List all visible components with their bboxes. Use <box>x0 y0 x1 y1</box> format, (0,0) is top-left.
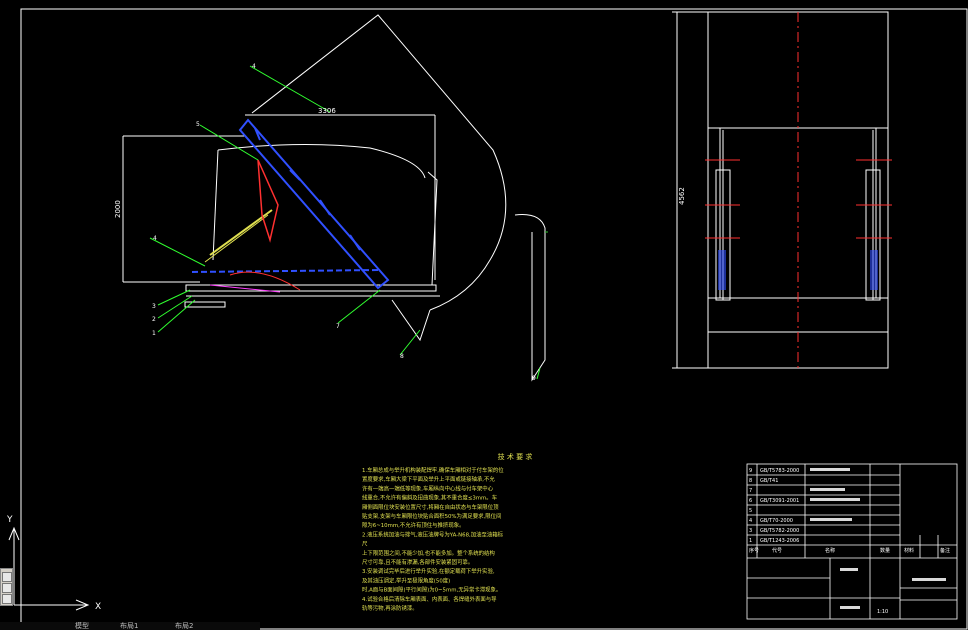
tech-req-title: 技 术 要 求 <box>498 452 533 461</box>
tech-req-line: 轨等污物,再涂防锈漆。 <box>362 604 418 612</box>
title-block-cell-no: 7 <box>749 488 752 494</box>
tech-req-line: 许有一端高一端低等现象,车厢纵向中心线与付车架中心 <box>362 484 494 492</box>
layout-tabs: 模型 布局1 布局2 <box>0 622 260 630</box>
tab-model[interactable]: 模型 <box>75 622 89 630</box>
callout-1: 1 <box>152 330 156 337</box>
title-block-cell-code: GB/T41 <box>760 478 778 484</box>
title-block-cell-code: GB/T70-2000 <box>760 518 793 524</box>
title-block-cell-no: 6 <box>749 498 752 504</box>
tab-layout2[interactable]: 布局2 <box>175 622 193 630</box>
title-block-cell-no: 4 <box>749 518 752 524</box>
toolbar-button[interactable] <box>2 583 12 593</box>
toolbar-button[interactable] <box>2 594 12 604</box>
ucs-y-label: Y <box>6 515 13 525</box>
tech-req-line: 贴支架,支架与车厢限位块贴合面积50%为满足要求,限位间 <box>362 512 501 520</box>
header-note: 备注 <box>940 547 950 554</box>
title-block-rows: 9 GB/T5783-2000 8 GB/T41 7 6 GB/T3091-2001 5 4 GB… <box>749 468 799 544</box>
title-block-cell-no: 3 <box>749 528 752 534</box>
tech-req-line: 线重合,不允许有偏斜及扭曲现象,其不重合度≤3mm。车 <box>362 494 498 502</box>
title-block-cell-no: 1 <box>749 538 752 544</box>
tab-layout1[interactable]: 布局1 <box>120 622 138 630</box>
tech-req-line: 上下限范围之间,不能少加,也不能多加。整个系统的结构 <box>362 549 495 557</box>
drawing-canvas[interactable]: 4 5 4 3 2 1 7 8 9 3306 2000 4562 技 术 要 求… <box>0 0 968 630</box>
part-leaders <box>149 65 541 380</box>
header-code: 代号 <box>772 547 782 554</box>
header-qty: 数量 <box>880 547 890 554</box>
tech-req-line: 时,A面与B面间隙(平行间隙)为0~5mm,无异常卡滞现象。 <box>362 586 501 594</box>
callout-4a: 4 <box>252 63 256 70</box>
floating-toolbar[interactable] <box>0 568 13 606</box>
tech-req-line: 1.车厢总成与举升机构装配焊牢,确保车厢相对于付车架的位 <box>362 466 504 474</box>
callout-9: 9 <box>532 375 536 382</box>
tech-req-line: 及其油压调定,举升至极限角度(50度) <box>362 576 450 584</box>
callout-8: 8 <box>400 353 404 360</box>
dimension-overall-height: 4562 <box>678 187 686 205</box>
callout-2: 2 <box>152 316 156 323</box>
header-name: 名称 <box>825 547 835 554</box>
title-block-cell-code: GB/T5782-2000 <box>760 528 799 534</box>
ucs-x-label: X <box>95 602 101 612</box>
tech-req-line: 隙为6~10mm,不允许有顶住与推挤现象。 <box>362 521 465 529</box>
tech-req-line: 3.安装调试完毕后进行举升实验,在额定载荷下举升实验, <box>362 567 495 575</box>
title-block-cell-no: 5 <box>749 508 752 514</box>
sheet-scale: 1:10 <box>877 609 888 615</box>
dimension-width: 3306 <box>318 107 336 115</box>
title-block-cell-code: GB/T5783-2000 <box>760 468 799 474</box>
title-block-cell-no: 8 <box>749 478 752 484</box>
title-block-cell-code: GB/T3091-2001 <box>760 498 799 504</box>
part-callout-labels: 4 5 4 3 2 1 7 8 9 <box>152 63 536 382</box>
technical-requirements: 技 术 要 求 1.车厢总成与举升机构装配焊牢,确保车厢相对于付车架的位 置度要… <box>362 452 532 612</box>
callout-4b: 4 <box>153 235 157 242</box>
dimension-height: 2000 <box>114 200 122 218</box>
callout-5: 5 <box>196 121 200 128</box>
title-block-cell-no: 9 <box>749 468 752 474</box>
tech-req-line: 厢侧面限位块安装位置尺寸,将厢在自由状态与车架限位顶 <box>362 503 499 511</box>
header-no: 序号 <box>749 547 759 554</box>
tech-req-line: 4.试验合格后清除车厢表面、内表面、各焊缝外表面与导 <box>362 595 497 603</box>
tech-req-line: 尺 <box>362 541 368 548</box>
header-mat: 材料 <box>904 547 914 554</box>
tech-req-line: 尺寸可靠,且不能有渗漏,各部件安装紧固可靠。 <box>362 558 473 566</box>
toolbar-button[interactable] <box>2 572 12 582</box>
callout-7: 7 <box>336 323 340 330</box>
rear-view <box>672 11 889 369</box>
tech-req-line: 2.液压系统加油与排气,液压油牌号为YA-N68,加油至油箱标 <box>362 530 504 538</box>
title-block-cell-code: GB/T1243-2006 <box>760 538 799 544</box>
tech-req-line: 置度要求,车厢大梁下平面及举升上平面或链接轴承,不允 <box>362 475 495 483</box>
callout-3: 3 <box>152 303 156 310</box>
